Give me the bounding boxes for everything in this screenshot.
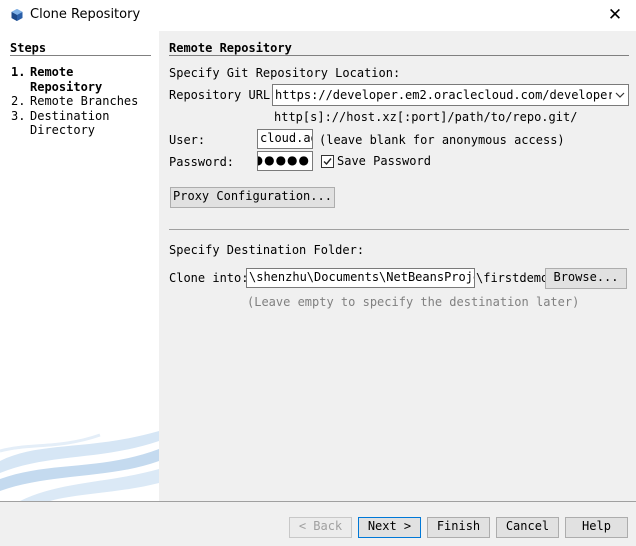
close-button[interactable]: ✕ (602, 3, 628, 27)
step-remote-branches: 2. Remote Branches (11, 94, 151, 109)
password-label: Password: (169, 155, 235, 169)
checkmark-icon (323, 158, 332, 166)
step-label: Remote Repository (30, 65, 103, 94)
step-number: 2. (11, 94, 26, 108)
steps-header-divider (10, 55, 151, 56)
destination-folder-label: Specify Destination Folder: (169, 243, 365, 257)
proxy-configuration-button[interactable]: Proxy Configuration... (170, 187, 335, 208)
repository-url-hint: http[s]://host.xz[:port]/path/to/repo.gi… (274, 110, 578, 124)
back-button[interactable]: < Back (289, 517, 352, 538)
steps-header: Steps (10, 41, 47, 55)
clone-repository-dialog: Clone Repository ✕ Steps 1. Remote Repos… (0, 0, 636, 546)
step-label: Destination Directory (30, 108, 110, 138)
step-number: 1. (11, 65, 26, 79)
remote-header-divider (169, 55, 629, 56)
repository-url-combobox[interactable]: https://developer.em2.oraclecloud.com/de… (272, 84, 629, 106)
user-input[interactable]: cloud.ad (257, 129, 313, 149)
destination-hint: (Leave empty to specify the destination … (247, 295, 580, 309)
footer-divider (0, 501, 636, 502)
user-label: User: (169, 133, 206, 147)
step-number: 3. (11, 108, 26, 123)
step-remote-repository: 1. Remote Repository (11, 65, 151, 94)
wizard-decoration-art (0, 431, 159, 501)
remote-repository-header: Remote Repository (169, 41, 292, 55)
clone-into-input[interactable]: \shenzhu\Documents\NetBeansProjects (246, 268, 475, 288)
netbeans-app-icon (11, 9, 23, 21)
repository-location-label: Specify Git Repository Location: (169, 66, 401, 80)
user-hint: (leave blank for anonymous access) (319, 133, 565, 147)
repository-url-label: Repository URL: (169, 88, 278, 102)
steps-panel: Steps 1. Remote Repository 2. Remote Bra… (0, 31, 159, 501)
window-title: Clone Repository (30, 7, 141, 22)
section-divider (169, 229, 629, 230)
step-label: Remote Branches (30, 94, 139, 108)
save-password-label[interactable]: Save Password (337, 154, 431, 168)
password-input[interactable]: ●●●●● (257, 151, 313, 171)
clone-into-suffix: \firstdemo (476, 271, 549, 285)
close-icon: ✕ (607, 5, 623, 25)
step-destination-directory: 3. Destination Directory (11, 109, 151, 138)
content-panel: Remote Repository Specify Git Repository… (159, 31, 636, 501)
cancel-button[interactable]: Cancel (496, 517, 559, 538)
steps-list: 1. Remote Repository 2. Remote Branches … (11, 65, 151, 138)
save-password-checkbox[interactable] (321, 155, 334, 168)
next-button[interactable]: Next > (358, 517, 421, 538)
browse-button[interactable]: Browse... (545, 268, 627, 289)
help-button[interactable]: Help (565, 517, 628, 538)
finish-button[interactable]: Finish (427, 517, 490, 538)
title-bar: Clone Repository ✕ (0, 0, 636, 31)
repository-url-value: https://developer.em2.oraclecloud.com/de… (275, 88, 612, 102)
clone-into-label: Clone into: (169, 271, 249, 285)
chevron-down-icon[interactable] (615, 88, 625, 102)
